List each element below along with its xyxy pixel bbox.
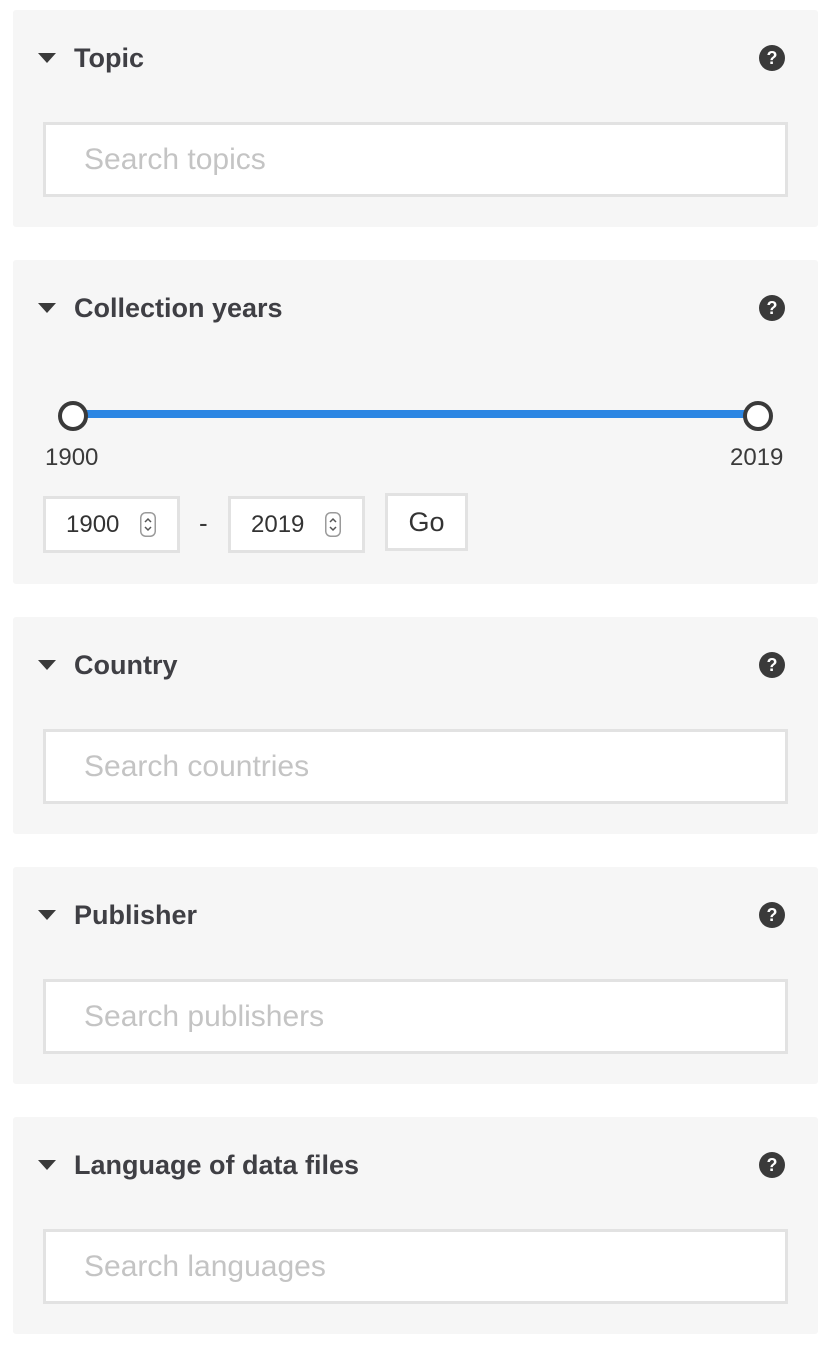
caret-down-icon[interactable]: [38, 303, 56, 313]
year-range-min-handle[interactable]: [58, 401, 88, 431]
year-range-max-handle[interactable]: [743, 401, 773, 431]
publisher-facet-panel: Publisher ?: [13, 867, 818, 1084]
year-from-stepper[interactable]: 1900: [43, 496, 180, 553]
year-range-separator: -: [199, 508, 208, 538]
collection-years-facet-title[interactable]: Collection years: [74, 292, 283, 324]
collection-years-facet-header[interactable]: Collection years ?: [13, 292, 818, 324]
question-circle-icon[interactable]: ?: [758, 44, 786, 72]
question-circle-icon[interactable]: ?: [758, 651, 786, 679]
language-facet-header[interactable]: Language of data files ?: [13, 1149, 818, 1181]
caret-down-icon[interactable]: [38, 53, 56, 63]
publisher-search-input[interactable]: [43, 979, 788, 1054]
collection-years-facet-panel: Collection years ? 1900 2019 1900 - 2019…: [13, 260, 818, 584]
svg-text:?: ?: [767, 905, 778, 925]
topic-facet-header[interactable]: Topic ?: [13, 42, 818, 74]
topic-facet-panel: Topic ?: [13, 10, 818, 227]
year-to-value[interactable]: 2019: [251, 499, 304, 550]
question-circle-icon[interactable]: ?: [758, 1151, 786, 1179]
caret-down-icon[interactable]: [38, 1160, 56, 1170]
svg-text:?: ?: [767, 655, 778, 675]
caret-down-icon[interactable]: [38, 660, 56, 670]
language-facet-title[interactable]: Language of data files: [74, 1149, 359, 1181]
svg-text:?: ?: [767, 1155, 778, 1175]
country-facet-title[interactable]: Country: [74, 649, 178, 681]
language-search-input[interactable]: [43, 1229, 788, 1304]
year-range-slider-track[interactable]: [73, 410, 759, 418]
question-circle-icon[interactable]: ?: [758, 901, 786, 929]
language-facet-panel: Language of data files ?: [13, 1117, 818, 1334]
publisher-facet-header[interactable]: Publisher ?: [13, 899, 818, 931]
question-circle-icon[interactable]: ?: [758, 294, 786, 322]
spinner-arrows-icon[interactable]: [140, 512, 156, 537]
publisher-facet-title[interactable]: Publisher: [74, 899, 197, 931]
country-search-input[interactable]: [43, 729, 788, 804]
spinner-arrows-icon[interactable]: [325, 512, 341, 537]
go-button[interactable]: Go: [385, 493, 468, 551]
slider-max-label: 2019: [730, 444, 784, 471]
country-facet-header[interactable]: Country ?: [13, 649, 818, 681]
year-to-stepper[interactable]: 2019: [228, 496, 365, 553]
year-from-value[interactable]: 1900: [66, 499, 119, 550]
topic-facet-title[interactable]: Topic: [74, 42, 144, 74]
slider-min-label: 1900: [45, 444, 99, 471]
country-facet-panel: Country ?: [13, 617, 818, 834]
caret-down-icon[interactable]: [38, 910, 56, 920]
topic-search-input[interactable]: [43, 122, 788, 197]
svg-text:?: ?: [767, 48, 778, 68]
svg-text:?: ?: [767, 298, 778, 318]
